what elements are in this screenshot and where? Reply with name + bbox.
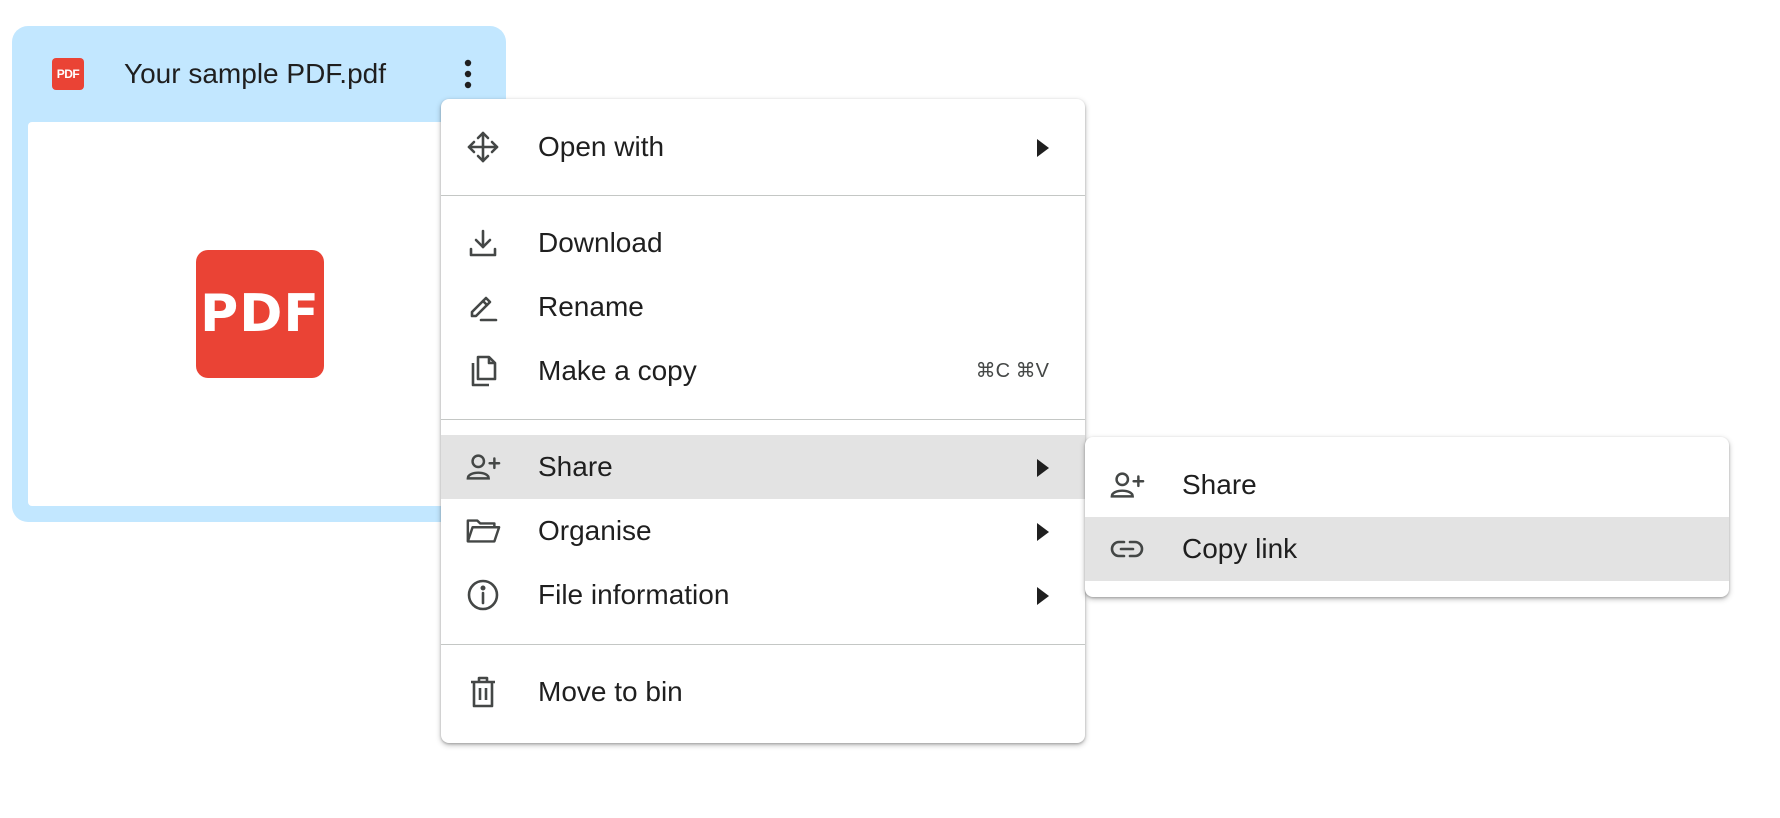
menu-item-share[interactable]: Share [441, 435, 1085, 499]
submenu-item-label: Copy link [1182, 533, 1298, 564]
file-card-header[interactable]: PDF Your sample PDF.pdf [12, 26, 506, 122]
menu-item-label: Open with [538, 131, 665, 162]
info-icon [465, 577, 501, 613]
menu-item-file-information[interactable]: File information [441, 563, 1085, 627]
submenu-item-share[interactable]: Share [1085, 453, 1729, 517]
menu-item-rename[interactable]: Rename [441, 275, 1085, 339]
menu-divider [441, 195, 1085, 196]
download-icon [465, 225, 501, 261]
keyboard-shortcut: ⌘C ⌘V [975, 360, 1049, 382]
menu-item-label: Organise [538, 515, 652, 546]
submenu-item-label: Share [1182, 469, 1257, 500]
link-icon [1109, 531, 1145, 567]
file-preview[interactable]: PDF [28, 122, 490, 506]
open-with-icon [465, 129, 501, 165]
submenu-arrow-icon [1037, 139, 1049, 157]
submenu-arrow-icon [1037, 523, 1049, 541]
context-menu: Open with Download Rename Make a copy ⌘C… [441, 99, 1085, 743]
more-vert-icon [464, 59, 472, 89]
submenu-item-copy-link[interactable]: Copy link [1085, 517, 1729, 581]
submenu-arrow-icon [1037, 587, 1049, 605]
rename-pencil-icon [465, 289, 501, 325]
folder-open-icon [465, 513, 501, 549]
menu-item-label: Rename [538, 291, 644, 322]
menu-divider [441, 419, 1085, 420]
pdf-file-icon: PDF [52, 58, 84, 90]
menu-item-label: Download [538, 227, 663, 258]
person-add-icon [465, 449, 501, 485]
person-add-icon [1109, 467, 1145, 503]
pdf-preview-icon: PDF [196, 250, 324, 378]
submenu-arrow-icon [1037, 459, 1049, 477]
file-name: Your sample PDF.pdf [124, 58, 386, 89]
trash-icon [465, 674, 501, 710]
menu-item-make-a-copy[interactable]: Make a copy ⌘C ⌘V [441, 339, 1085, 403]
menu-item-label: Move to bin [538, 676, 683, 707]
copy-icon [465, 353, 501, 389]
menu-item-label: Make a copy [538, 355, 697, 386]
menu-item-download[interactable]: Download [441, 211, 1085, 275]
file-card[interactable]: PDF Your sample PDF.pdf PDF [12, 26, 506, 522]
share-submenu: Share Copy link [1085, 437, 1729, 597]
menu-item-move-to-bin[interactable]: Move to bin [441, 660, 1085, 724]
menu-divider [441, 644, 1085, 645]
more-options-button[interactable] [444, 50, 492, 98]
menu-item-open-with[interactable]: Open with [441, 115, 1085, 179]
menu-item-label: File information [538, 579, 730, 610]
menu-item-organise[interactable]: Organise [441, 499, 1085, 563]
menu-item-label: Share [538, 451, 613, 482]
